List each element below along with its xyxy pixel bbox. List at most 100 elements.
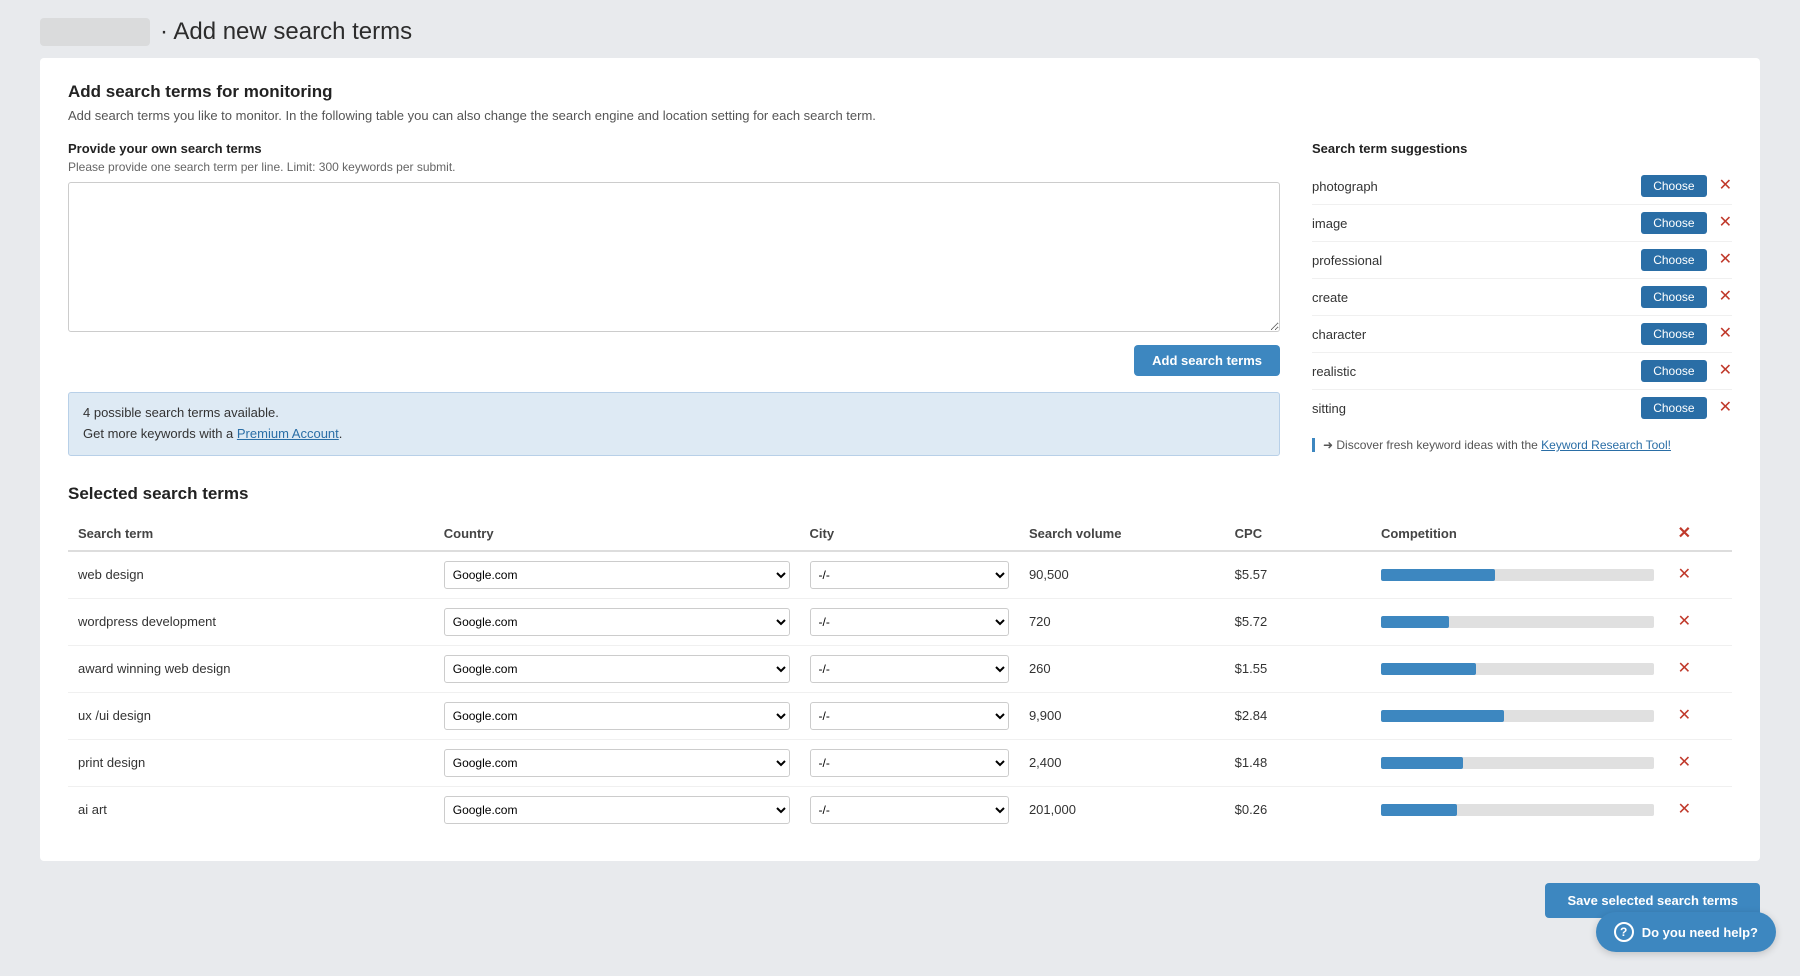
delete-row-icon[interactable]: ✕ (1678, 801, 1691, 818)
country-select[interactable]: Google.com (444, 749, 790, 777)
info-line2: Get more keywords with a (83, 426, 237, 441)
table-row: print designGoogle.com-/-2,400$1.48✕ (68, 739, 1732, 786)
th-country: Country (434, 518, 800, 551)
page-header: · Add new search terms (0, 0, 1800, 58)
competition-bar (1381, 569, 1495, 581)
choose-button[interactable]: Choose (1641, 286, 1706, 308)
country-select[interactable]: Google.com (444, 796, 790, 824)
table-row: wordpress development Google.com -/- 720$5.… (68, 598, 1732, 645)
remove-suggestion-icon[interactable]: ✕ (1719, 178, 1732, 194)
competition-bar-container (1381, 804, 1654, 816)
cell-competition (1371, 692, 1664, 739)
add-search-terms-button[interactable]: Add search terms (1134, 345, 1280, 376)
info-box: 4 possible search terms available. Get m… (68, 392, 1280, 456)
delete-row-icon[interactable]: ✕ (1678, 754, 1691, 771)
choose-button[interactable]: Choose (1641, 397, 1706, 419)
suggestion-row: professionalChoose✕ (1312, 242, 1732, 279)
cell-cpc: $2.84 (1225, 692, 1371, 739)
help-icon: ? (1614, 922, 1634, 942)
cell-delete: ✕ (1664, 645, 1732, 692)
cell-competition (1371, 786, 1664, 833)
delete-row-icon[interactable]: ✕ (1678, 566, 1691, 583)
cell-country: Google.com (434, 786, 800, 833)
right-column: Search term suggestions photographChoose… (1312, 141, 1732, 456)
table-row: award winning web designGoogle.com-/-260… (68, 645, 1732, 692)
cell-cpc: $1.55 (1225, 645, 1371, 692)
th-cpc: CPC (1225, 518, 1371, 551)
delete-all-icon[interactable]: ✕ (1678, 525, 1691, 542)
footer-bar: Save selected search terms (0, 871, 1800, 930)
cell-delete: ✕ (1664, 786, 1732, 833)
city-select[interactable]: -/- (810, 749, 1009, 777)
city-select[interactable]: -/- (810, 608, 1009, 636)
city-select[interactable]: -/- (810, 561, 1009, 589)
cell-competition (1371, 551, 1664, 599)
competition-bar-container (1381, 569, 1654, 581)
suggestion-term: create (1312, 290, 1633, 305)
cell-term: web design (68, 551, 434, 599)
remove-suggestion-icon[interactable]: ✕ (1719, 289, 1732, 305)
suggestion-row: create Choose ✕ (1312, 279, 1732, 316)
delete-row-icon[interactable]: ✕ (1678, 707, 1691, 724)
selected-section: Selected search terms Search term Countr… (68, 484, 1732, 833)
cell-city: -/- (800, 551, 1019, 599)
cell-country: Google.com (434, 598, 800, 645)
info-line1: 4 possible search terms available. (83, 405, 279, 420)
discover-link-box: ➜ Discover fresh keyword ideas with the … (1312, 438, 1732, 452)
remove-suggestion-icon[interactable]: ✕ (1719, 326, 1732, 342)
help-button[interactable]: ? Do you need help? (1596, 912, 1776, 952)
country-select[interactable]: Google.com (444, 655, 790, 683)
discover-prefix: ➜ Discover fresh keyword ideas with the (1323, 438, 1541, 452)
table-row: ux /ui designGoogle.com-/-9,900$2.84✕ (68, 692, 1732, 739)
choose-button[interactable]: Choose (1641, 323, 1706, 345)
cell-city: -/- (800, 739, 1019, 786)
suggestion-row: realistic Choose ✕ (1312, 353, 1732, 390)
choose-button[interactable]: Choose (1641, 249, 1706, 271)
premium-account-link[interactable]: Premium Account (237, 426, 339, 441)
th-city: City (800, 518, 1019, 551)
cell-cpc: $5.72 (1225, 598, 1371, 645)
choose-button[interactable]: Choose (1641, 360, 1706, 382)
country-select[interactable]: Google.com (444, 608, 790, 636)
cell-term: wordpress development (68, 598, 434, 645)
help-label: Do you need help? (1642, 925, 1758, 940)
cell-delete: ✕ (1664, 692, 1732, 739)
remove-suggestion-icon[interactable]: ✕ (1719, 215, 1732, 231)
country-select[interactable]: Google.com (444, 702, 790, 730)
remove-suggestion-icon[interactable]: ✕ (1719, 252, 1732, 268)
cell-city: -/- (800, 692, 1019, 739)
selected-title: Selected search terms (68, 484, 1732, 504)
remove-suggestion-icon[interactable]: ✕ (1719, 363, 1732, 379)
suggestion-term: realistic (1312, 364, 1633, 379)
city-select[interactable]: -/- (810, 655, 1009, 683)
search-terms-textarea[interactable] (68, 182, 1280, 332)
cell-cpc: $5.57 (1225, 551, 1371, 599)
cell-volume: 720 (1019, 598, 1225, 645)
cell-country: Google.com (434, 551, 800, 599)
cell-term: print design (68, 739, 434, 786)
suggestion-row: photographChoose✕ (1312, 168, 1732, 205)
remove-suggestion-icon[interactable]: ✕ (1719, 400, 1732, 416)
competition-bar-container (1381, 757, 1654, 769)
choose-button[interactable]: Choose (1641, 175, 1706, 197)
keyword-research-tool-link[interactable]: Keyword Research Tool! (1541, 438, 1671, 452)
competition-bar (1381, 710, 1504, 722)
city-select[interactable]: -/- (810, 796, 1009, 824)
competition-bar-container (1381, 663, 1654, 675)
suggestion-term: character (1312, 327, 1633, 342)
delete-row-icon[interactable]: ✕ (1678, 613, 1691, 630)
cell-competition (1371, 739, 1664, 786)
suggestion-term: image (1312, 216, 1633, 231)
add-btn-row: Add search terms (68, 345, 1280, 376)
choose-button[interactable]: Choose (1641, 212, 1706, 234)
th-search-term: Search term (68, 518, 434, 551)
city-select[interactable]: -/- (810, 702, 1009, 730)
suggestion-term: sitting (1312, 401, 1633, 416)
country-select[interactable]: Google.com (444, 561, 790, 589)
cell-competition (1371, 645, 1664, 692)
competition-bar (1381, 616, 1449, 628)
competition-bar-container (1381, 616, 1654, 628)
suggestion-row: sitting Choose ✕ (1312, 390, 1732, 426)
cell-city: -/- (800, 786, 1019, 833)
delete-row-icon[interactable]: ✕ (1678, 660, 1691, 677)
